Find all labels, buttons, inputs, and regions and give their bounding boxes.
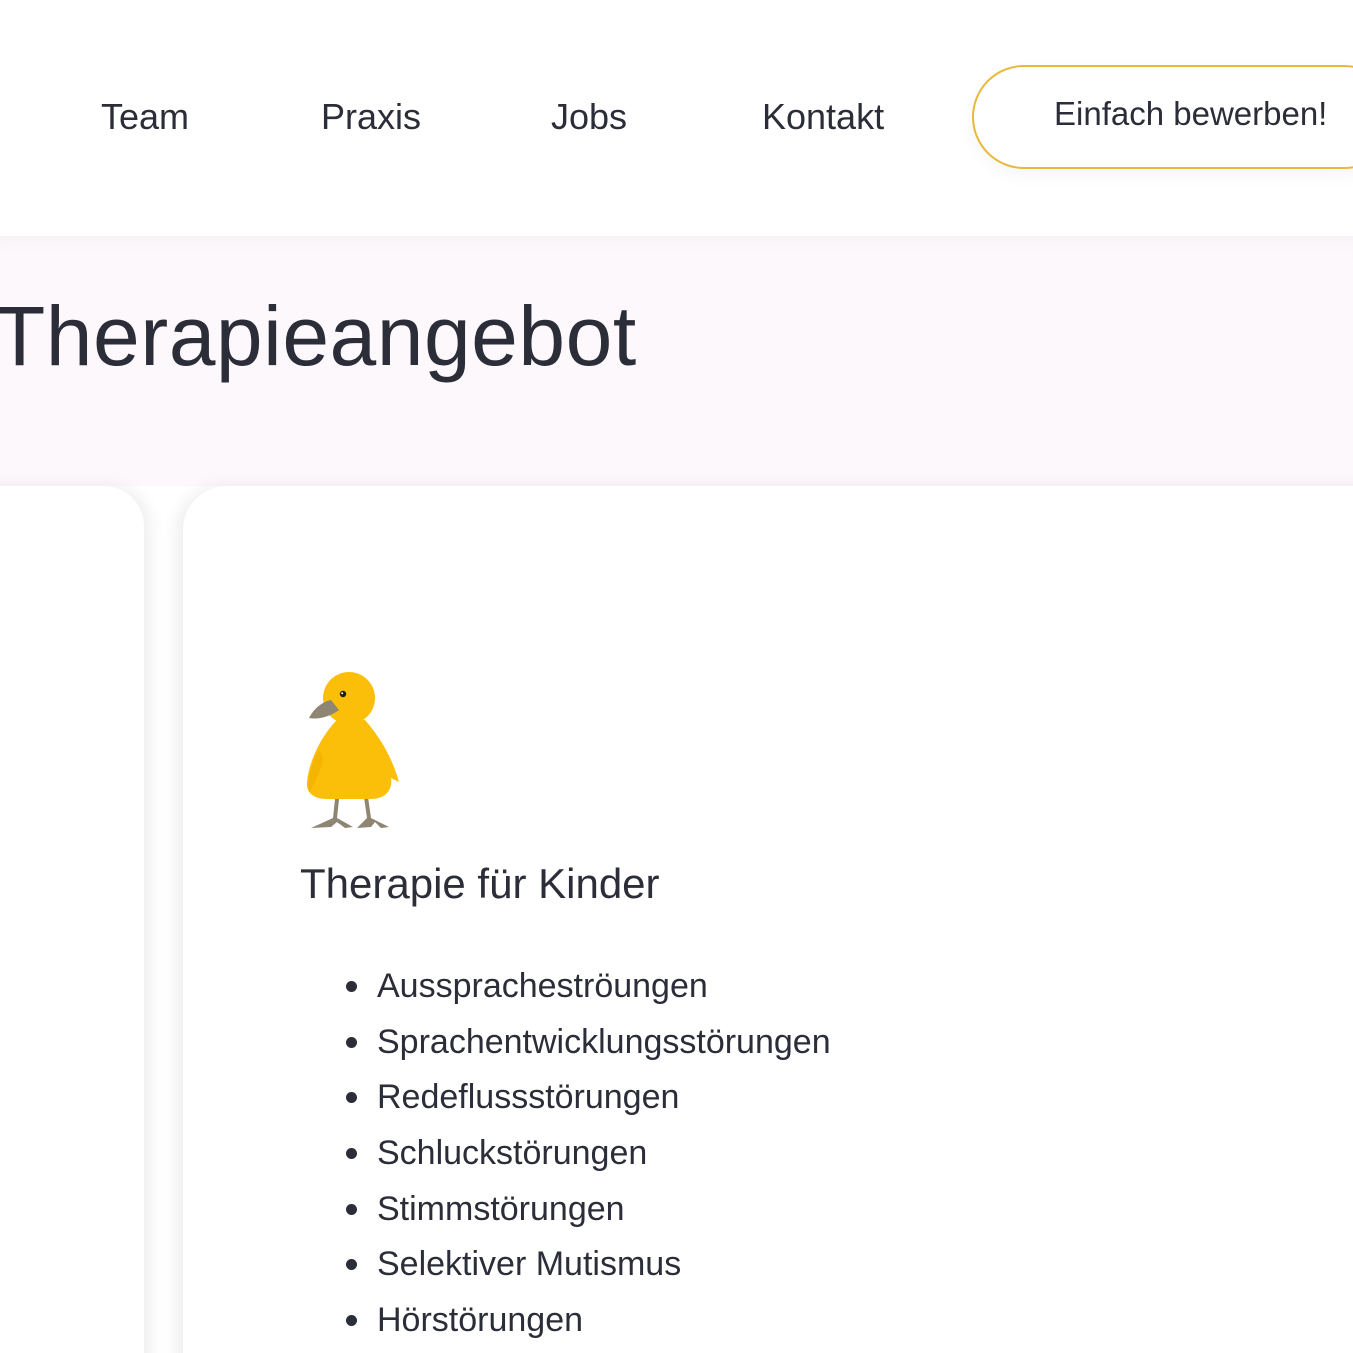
section-title: Therapie für Kinder <box>300 860 660 907</box>
list-item: Hörstörungen <box>346 1298 831 1353</box>
nav-item-praxis[interactable]: Praxis <box>321 95 421 139</box>
list-item: Selektiver Mutismus <box>346 1242 831 1298</box>
therapy-list: Ausspracheströungen Sprachentwicklungsst… <box>346 964 831 1353</box>
list-item: Schluckstörungen <box>346 1131 831 1187</box>
nav-item-kontakt[interactable]: Kontakt <box>762 95 884 139</box>
page-title: Therapieangebot <box>0 289 637 383</box>
therapy-card: Therapie für Kinder Ausspracheströungen … <box>183 486 1353 1353</box>
nav-item-team[interactable]: Team <box>101 95 189 139</box>
duckling-icon <box>306 672 399 828</box>
nav-item-jobs[interactable]: Jobs <box>551 95 627 139</box>
apply-button-label: Einfach bewerben! <box>1054 95 1328 132</box>
list-item: Redeflussstörungen <box>346 1075 831 1131</box>
page: Team Praxis Jobs Kontakt Einfach bewerbe… <box>0 0 1353 1353</box>
apply-button[interactable]: Einfach bewerben! <box>972 65 1353 169</box>
site-header: Team Praxis Jobs Kontakt Einfach bewerbe… <box>0 0 1353 236</box>
list-item: Ausspracheströungen <box>346 964 831 1020</box>
side-card <box>0 486 144 1353</box>
hero-banner: Therapieangebot <box>0 236 1353 486</box>
list-item: Stimmstörungen <box>346 1187 831 1243</box>
list-item: Sprachentwicklungsstörungen <box>346 1020 831 1076</box>
